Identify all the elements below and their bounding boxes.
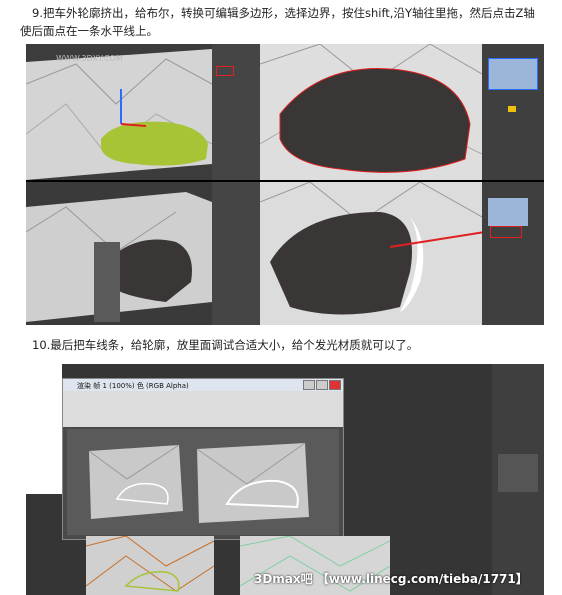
red-highlight-box	[490, 226, 522, 238]
material-preview	[488, 58, 538, 90]
step10-screenshot: 渲染 帧 1 (100%) 色 (RGB Alpha) 3Dmax吧 【www.…	[26, 364, 544, 595]
render-window-title: 渲染 帧 1 (100%) 色 (RGB Alpha)	[77, 382, 189, 390]
step9-screenshot: WWW.3DXY.COM	[26, 44, 544, 325]
viewport-top-right	[259, 44, 483, 180]
step9-line1: 9.把车外轮廓挤出，给布尔，转换可编辑多边形，选择边界，按住shift,沿Y轴往…	[32, 6, 535, 20]
site-watermark: WWW.3DXY.COM	[56, 54, 123, 63]
viewport-top-left-render	[26, 49, 213, 180]
minimize-button[interactable]	[303, 380, 315, 390]
command-panel-3	[212, 182, 260, 325]
step10-line1: 10.最后把车线条，给轮廓，放里面调试合适大小，给个发光材质就可以了。	[32, 338, 419, 352]
command-panel-4	[482, 182, 544, 325]
command-panel-5	[492, 364, 544, 595]
command-panel-1	[212, 44, 260, 180]
viewport-bottom-right-render	[259, 181, 483, 315]
info-panel	[26, 364, 62, 494]
step10-text: 10.最后把车线条，给轮廓，放里面调试合适大小，给个发光材质就可以了。	[20, 336, 550, 354]
maximize-button[interactable]	[316, 380, 328, 390]
viewport-bottom-1-render	[85, 535, 215, 592]
material-preview-3	[498, 454, 538, 492]
material-preview-2	[488, 198, 528, 226]
render-window: 渲染 帧 1 (100%) 色 (RGB Alpha)	[62, 378, 344, 540]
viewport-bottom-left-render	[26, 192, 212, 322]
viewport-bottom-right	[259, 181, 485, 325]
viewport-bottom-left	[26, 182, 212, 325]
color-swatch	[508, 106, 516, 112]
render-canvas	[67, 429, 339, 535]
viewport-top-right-render	[259, 44, 483, 180]
render-toolbar	[63, 391, 343, 427]
command-panel-2	[482, 44, 544, 180]
forum-watermark: 3Dmax吧 【www.linecg.com/tieba/1771】	[254, 572, 528, 586]
viewport-bottom-1	[85, 535, 215, 595]
step9-text: 9.把车外轮廓挤出，给布尔，转换可编辑多边形，选择边界，按住shift,沿Y轴往…	[20, 4, 550, 40]
render-canvas-image	[88, 442, 309, 523]
viewport-top-left: WWW.3DXY.COM	[26, 44, 213, 180]
selection-highlight	[216, 66, 234, 76]
step9-line2: 使后面点在一条水平线上。	[20, 24, 158, 38]
close-button[interactable]	[329, 380, 341, 390]
